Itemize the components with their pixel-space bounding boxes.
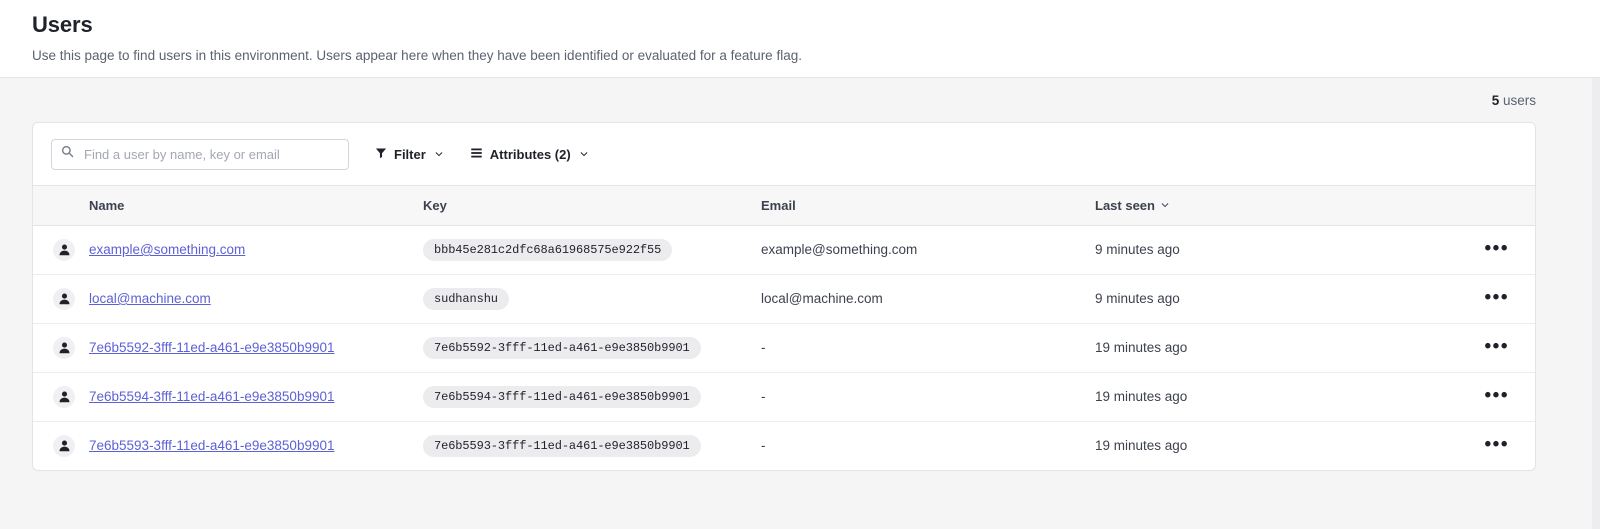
chevron-down-icon xyxy=(579,147,589,162)
table-row[interactable]: 7e6b5594-3fff-11ed-a461-e9e3850b9901 7e6… xyxy=(33,372,1535,421)
row-actions-cell: ••• xyxy=(1445,372,1535,421)
row-name-cell: local@machine.com xyxy=(89,274,423,323)
user-name-link[interactable]: 7e6b5593-3fff-11ed-a461-e9e3850b9901 xyxy=(89,438,334,453)
users-card: Filter Attributes (2) xyxy=(32,122,1536,471)
row-overflow-menu-button[interactable]: ••• xyxy=(1483,244,1511,254)
page-subtitle: Use this page to find users in this envi… xyxy=(32,47,1568,65)
row-name-cell: 7e6b5592-3fff-11ed-a461-e9e3850b9901 xyxy=(89,323,423,372)
page-title: Users xyxy=(32,12,1568,38)
row-overflow-menu-button[interactable]: ••• xyxy=(1483,391,1511,401)
row-avatar-cell xyxy=(33,421,89,470)
user-avatar-icon xyxy=(53,386,75,408)
filter-button[interactable]: Filter xyxy=(375,145,444,164)
user-key-pill: bbb45e281c2dfc68a61968575e922f55 xyxy=(423,239,672,261)
column-header-actions xyxy=(1445,186,1535,225)
users-table: Name Key Email Last seen xyxy=(33,186,1535,470)
row-avatar-cell xyxy=(33,372,89,421)
user-key-pill: 7e6b5594-3fff-11ed-a461-e9e3850b9901 xyxy=(423,386,701,408)
funnel-icon xyxy=(375,147,387,162)
row-overflow-menu-button[interactable]: ••• xyxy=(1483,440,1511,450)
table-row[interactable]: local@machine.com sudhanshu local@machin… xyxy=(33,274,1535,323)
user-avatar-icon xyxy=(53,337,75,359)
row-email-cell: local@machine.com xyxy=(761,274,1095,323)
user-count-row: 5 users xyxy=(32,78,1568,122)
row-last-seen-cell: 19 minutes ago xyxy=(1095,421,1445,470)
row-avatar-cell xyxy=(33,225,89,274)
table-toolbar: Filter Attributes (2) xyxy=(33,123,1535,186)
row-last-seen-cell: 9 minutes ago xyxy=(1095,274,1445,323)
user-name-link[interactable]: local@machine.com xyxy=(89,291,211,306)
user-count-label: users xyxy=(1499,93,1536,108)
row-email-cell: - xyxy=(761,372,1095,421)
row-key-cell: sudhanshu xyxy=(423,274,761,323)
row-key-cell: 7e6b5592-3fff-11ed-a461-e9e3850b9901 xyxy=(423,323,761,372)
column-header-key[interactable]: Key xyxy=(423,186,761,225)
row-name-cell: 7e6b5593-3fff-11ed-a461-e9e3850b9901 xyxy=(89,421,423,470)
chevron-down-icon xyxy=(434,147,444,162)
row-email-cell: - xyxy=(761,323,1095,372)
list-rows-icon xyxy=(470,147,483,162)
column-header-avatar xyxy=(33,186,89,225)
row-last-seen-cell: 19 minutes ago xyxy=(1095,323,1445,372)
row-overflow-menu-button[interactable]: ••• xyxy=(1483,293,1511,303)
row-avatar-cell xyxy=(33,274,89,323)
row-actions-cell: ••• xyxy=(1445,323,1535,372)
user-key-pill: 7e6b5592-3fff-11ed-a461-e9e3850b9901 xyxy=(423,337,701,359)
column-header-email[interactable]: Email xyxy=(761,186,1095,225)
table-body: example@something.com bbb45e281c2dfc68a6… xyxy=(33,225,1535,470)
column-header-name[interactable]: Name xyxy=(89,186,423,225)
table-header-row: Name Key Email Last seen xyxy=(33,186,1535,225)
user-avatar-icon xyxy=(53,239,75,261)
row-email-cell: example@something.com xyxy=(761,225,1095,274)
table-row[interactable]: example@something.com bbb45e281c2dfc68a6… xyxy=(33,225,1535,274)
page-header: Users Use this page to find users in thi… xyxy=(0,0,1600,78)
table-row[interactable]: 7e6b5593-3fff-11ed-a461-e9e3850b9901 7e6… xyxy=(33,421,1535,470)
row-actions-cell: ••• xyxy=(1445,225,1535,274)
column-header-last-seen[interactable]: Last seen xyxy=(1095,186,1445,225)
search-icon xyxy=(61,145,74,163)
user-name-link[interactable]: 7e6b5592-3fff-11ed-a461-e9e3850b9901 xyxy=(89,340,334,355)
attributes-label: Attributes (2) xyxy=(490,147,571,162)
table-header: Name Key Email Last seen xyxy=(33,186,1535,225)
user-avatar-icon xyxy=(53,435,75,457)
row-last-seen-cell: 19 minutes ago xyxy=(1095,372,1445,421)
user-key-pill: sudhanshu xyxy=(423,288,509,310)
page-body: 5 users Filter xyxy=(0,78,1600,529)
row-key-cell: 7e6b5593-3fff-11ed-a461-e9e3850b9901 xyxy=(423,421,761,470)
row-name-cell: example@something.com xyxy=(89,225,423,274)
row-email-cell: - xyxy=(761,421,1095,470)
user-count: 5 users xyxy=(1492,93,1536,108)
row-last-seen-cell: 9 minutes ago xyxy=(1095,225,1445,274)
user-name-link[interactable]: 7e6b5594-3fff-11ed-a461-e9e3850b9901 xyxy=(89,389,334,404)
user-key-pill: 7e6b5593-3fff-11ed-a461-e9e3850b9901 xyxy=(423,435,701,457)
row-key-cell: bbb45e281c2dfc68a61968575e922f55 xyxy=(423,225,761,274)
row-avatar-cell xyxy=(33,323,89,372)
user-avatar-icon xyxy=(53,288,75,310)
search-box[interactable] xyxy=(51,139,349,170)
table-row[interactable]: 7e6b5592-3fff-11ed-a461-e9e3850b9901 7e6… xyxy=(33,323,1535,372)
page-scrollbar[interactable] xyxy=(1592,78,1600,529)
attributes-button[interactable]: Attributes (2) xyxy=(470,145,589,164)
chevron-down-icon xyxy=(1160,198,1170,213)
user-name-link[interactable]: example@something.com xyxy=(89,242,245,257)
row-actions-cell: ••• xyxy=(1445,421,1535,470)
row-name-cell: 7e6b5594-3fff-11ed-a461-e9e3850b9901 xyxy=(89,372,423,421)
row-overflow-menu-button[interactable]: ••• xyxy=(1483,342,1511,352)
row-actions-cell: ••• xyxy=(1445,274,1535,323)
row-key-cell: 7e6b5594-3fff-11ed-a461-e9e3850b9901 xyxy=(423,372,761,421)
column-header-last-seen-label: Last seen xyxy=(1095,198,1155,213)
search-input[interactable] xyxy=(82,146,339,163)
filter-label: Filter xyxy=(394,147,426,162)
